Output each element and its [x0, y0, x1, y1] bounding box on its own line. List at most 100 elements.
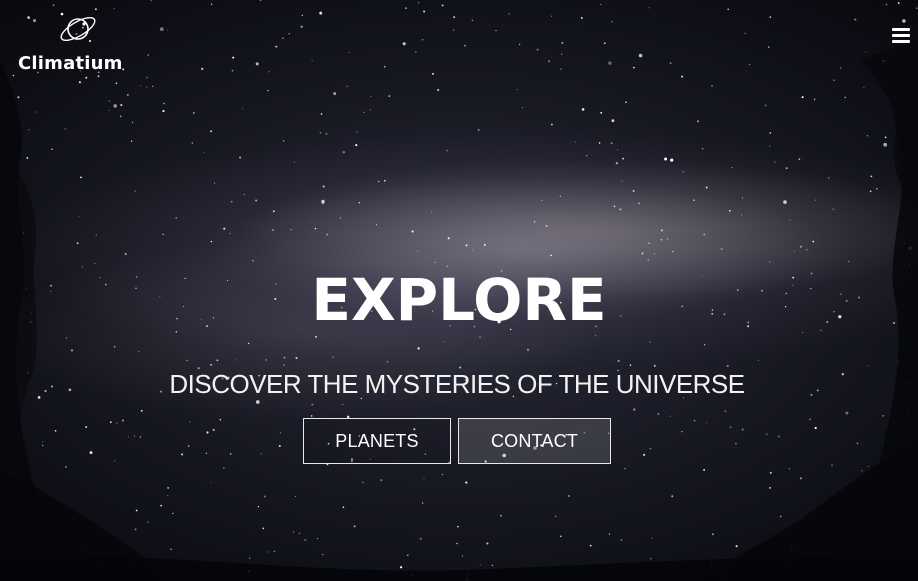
star — [262, 527, 265, 530]
star — [876, 188, 878, 190]
star — [560, 53, 563, 56]
star — [402, 42, 406, 46]
star — [806, 249, 808, 251]
star — [568, 495, 570, 497]
star — [147, 521, 149, 523]
star — [560, 68, 562, 70]
star — [139, 436, 142, 438]
star — [882, 59, 885, 62]
star — [735, 545, 738, 548]
star — [777, 435, 780, 438]
star — [120, 104, 123, 107]
star — [127, 436, 129, 438]
star — [247, 570, 250, 573]
star — [54, 429, 57, 432]
star — [903, 242, 906, 244]
star — [814, 199, 817, 201]
hero-title: EXPLORE — [311, 266, 607, 334]
star — [5, 208, 8, 210]
star — [113, 346, 116, 348]
star — [431, 211, 433, 213]
star — [897, 2, 900, 4]
star — [64, 128, 67, 130]
star — [844, 556, 847, 558]
star — [252, 259, 254, 262]
star — [231, 200, 233, 203]
star — [152, 85, 154, 87]
star — [423, 477, 425, 480]
star — [861, 470, 863, 472]
star — [223, 227, 226, 230]
star — [744, 32, 746, 34]
star — [769, 16, 772, 18]
star — [210, 130, 213, 133]
star — [278, 444, 281, 448]
contact-button[interactable]: CONTACT — [458, 418, 611, 464]
star — [342, 150, 346, 154]
star — [561, 41, 564, 44]
star — [130, 140, 133, 142]
star — [867, 365, 869, 366]
star — [666, 238, 669, 240]
star — [211, 3, 213, 5]
star — [186, 359, 188, 362]
star — [866, 135, 869, 137]
star — [701, 148, 704, 150]
star — [133, 435, 135, 437]
star — [140, 409, 143, 412]
star — [417, 2, 420, 4]
star — [348, 51, 350, 54]
star — [769, 261, 771, 263]
star — [232, 56, 235, 59]
star — [882, 415, 884, 417]
star — [465, 244, 468, 247]
star — [788, 468, 790, 470]
star — [844, 96, 847, 99]
star — [386, 360, 389, 363]
menu-bar — [892, 40, 910, 43]
brand-logo[interactable]: Climatium — [18, 10, 140, 74]
star — [550, 15, 553, 17]
star — [255, 199, 258, 202]
star — [495, 30, 497, 32]
star — [799, 477, 802, 480]
star — [162, 233, 164, 236]
star — [51, 148, 53, 151]
star — [783, 200, 787, 204]
star — [625, 101, 627, 103]
star — [139, 85, 142, 87]
star — [888, 537, 890, 540]
star — [726, 365, 729, 368]
star — [255, 400, 260, 404]
star — [452, 29, 455, 31]
star — [619, 208, 622, 211]
star — [757, 359, 759, 361]
star — [516, 89, 518, 91]
star — [384, 179, 386, 182]
star — [421, 38, 424, 41]
star — [135, 509, 138, 512]
star — [915, 127, 918, 129]
star — [854, 18, 857, 21]
planets-button[interactable]: PLANETS — [303, 418, 451, 464]
star — [574, 141, 576, 143]
star — [682, 170, 685, 173]
star — [300, 25, 303, 28]
star — [734, 442, 737, 445]
star — [115, 82, 118, 85]
star — [909, 480, 912, 483]
star — [311, 60, 313, 62]
star — [314, 227, 317, 230]
star — [332, 356, 334, 358]
star — [548, 60, 551, 63]
star — [175, 217, 178, 219]
star — [163, 102, 165, 105]
star — [518, 43, 521, 46]
star — [275, 45, 278, 48]
star — [779, 515, 782, 518]
star — [649, 447, 652, 450]
star — [170, 548, 172, 550]
hamburger-menu-icon[interactable] — [892, 26, 910, 44]
star — [483, 243, 486, 246]
star — [320, 113, 323, 115]
